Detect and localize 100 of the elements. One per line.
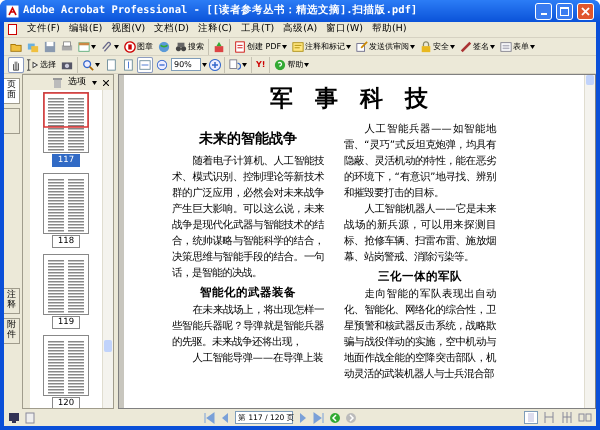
caret-icon (450, 44, 456, 48)
first-page-icon[interactable] (203, 412, 215, 424)
paragraph: 随着电子计算机、人工智能技术、模式识别、控制理论等新技术群的广泛应用，必然会对未来战争产生巨大影响。可以这么说，未来战争是现代化武器与智能技术的结合，统帅谋略与智能科学的结合，决策思维与智能手段的结合。一句话，是智能的决战。 (172, 154, 324, 281)
options-menu[interactable]: 选项 (68, 76, 86, 90)
window-title: Adobe Acrobat Professional - [[读者参考丛书：精选文摘].扫描版.pdf] (23, 3, 418, 18)
page-thumbnail[interactable] (43, 173, 89, 234)
menu-item[interactable]: 高级(A) (283, 22, 318, 37)
lock-button[interactable]: 安全 (418, 38, 458, 54)
paragraph: 人工智能机器人——它是未来战场的新兵源，可以用来探测目标、抢修车辆、扫雷布雷、施放烟幕、站岗警戒、消除污染等。 (344, 202, 496, 265)
document-icon (8, 24, 18, 35)
sidebar-tab[interactable] (4, 108, 20, 134)
zoom-icon (82, 58, 94, 70)
menu-item[interactable]: 窗口(W) (326, 22, 363, 37)
fit-page-icon (122, 58, 134, 70)
forward-icon[interactable] (345, 412, 357, 424)
trash-icon[interactable] (53, 78, 62, 88)
pdf-button[interactable]: 创建 PDF (232, 38, 290, 54)
paperclip-icon (101, 40, 113, 52)
menu-item[interactable]: 注释(C) (198, 22, 232, 37)
review-button[interactable]: 发送供审阅 (354, 38, 418, 54)
menu-item[interactable]: 文档(D) (154, 22, 189, 37)
form-icon (500, 40, 512, 52)
page-title: 军事科技 (269, 85, 451, 113)
toolbar-button[interactable] (8, 56, 24, 72)
text-cursor-button[interactable]: 选择 (25, 56, 58, 72)
caret-icon (95, 62, 100, 66)
paragraph: 在未来战场上，将出现怎样一些智能兵器呢？导弹就是智能兵器的先驱。未来战争还将出现， (172, 303, 324, 350)
binoculars-icon (175, 40, 187, 52)
page-number: 120 (52, 397, 80, 408)
page-icon[interactable] (24, 412, 36, 424)
page-number: 119 (52, 316, 80, 329)
stamp-icon (124, 40, 136, 52)
scrollbar[interactable] (584, 75, 595, 408)
menu-item[interactable]: 编辑(E) (68, 22, 102, 37)
paragraph: 人工智能兵器——如智能地雷、“灵巧”式反坦克炮弹，均具有隐蔽、灵活机动的特性，能在恶劣的环境下，“有意识”地寻找、辨别和摧毁要打击的目标。 (344, 122, 496, 201)
page-number: 117 (52, 154, 80, 167)
single-page-icon[interactable] (524, 411, 538, 424)
caret-icon (346, 44, 352, 48)
sidebar-tab[interactable]: 注释 (4, 288, 20, 314)
caret-icon[interactable] (202, 62, 207, 66)
zoom-out-icon (156, 58, 168, 70)
pen-button[interactable]: 签名 (458, 38, 498, 54)
save-icon (44, 40, 56, 52)
zoom-field[interactable]: 90% (171, 58, 201, 71)
monitor-icon[interactable] (8, 412, 20, 424)
caret-icon (304, 62, 310, 66)
caret-icon (490, 44, 496, 48)
menu-item[interactable]: 帮助(H) (372, 22, 407, 37)
window-icon (78, 40, 90, 52)
close-icon[interactable] (103, 80, 109, 86)
print-icon (61, 40, 73, 52)
stamp-button[interactable]: 图章 (122, 38, 155, 54)
continuous-facing-icon[interactable] (578, 411, 592, 424)
last-page-icon[interactable] (313, 412, 325, 424)
page-thumbnail[interactable] (43, 254, 89, 315)
paragraph: 走向智能的军队表现出自动化、智能化、网络化的综合性，卫星预警和核武器反击系统，战略欺骗与战役佯动的实施，空中机动与地面作战全能的空降突击部队，机动灵活的武装机器人与士兵混合部 (344, 287, 496, 382)
scrollbar[interactable] (102, 90, 113, 408)
page-thumbnail[interactable] (43, 92, 89, 153)
close-button[interactable] (577, 2, 594, 20)
text-cursor-icon (27, 58, 39, 70)
help-icon (274, 58, 286, 70)
caret-icon (92, 80, 97, 84)
form-button[interactable]: 表单 (498, 38, 538, 54)
facing-icon[interactable] (560, 411, 574, 424)
help-button[interactable]: 帮助 (272, 56, 312, 72)
section-heading: 未来的智能战争 (198, 131, 298, 147)
caret-icon (242, 62, 247, 66)
close-icon (581, 6, 590, 16)
palette-icon (213, 40, 225, 52)
pen-icon (460, 40, 472, 52)
caret-icon (282, 44, 288, 48)
review-icon (356, 40, 368, 52)
section-heading: 三化一体的军队 (377, 268, 463, 284)
caret-icon (114, 44, 119, 48)
pdf-icon (234, 40, 246, 52)
sidebar-tab[interactable]: 附件 (4, 318, 20, 344)
zoom-in-icon[interactable] (208, 58, 222, 72)
menu-item[interactable]: 文件(F) (27, 22, 60, 37)
binoculars-button[interactable]: 搜索 (173, 38, 206, 54)
maximize-button[interactable] (556, 2, 573, 20)
fit-width-icon (139, 58, 151, 70)
continuous-icon[interactable] (542, 411, 556, 424)
toolbar-button[interactable]: Y! (254, 56, 268, 72)
page-icon (105, 58, 117, 70)
toolbar-button[interactable] (227, 56, 249, 72)
globe-icon (158, 40, 170, 52)
section-heading: 智能化的武器装备 (199, 284, 297, 300)
menu-item[interactable]: 工具(T) (241, 22, 274, 37)
back-icon[interactable] (329, 412, 341, 424)
paragraph: 人工智能导弹——在导弹上装 (192, 351, 324, 366)
minimize-button[interactable] (535, 2, 552, 20)
app-icon (6, 4, 19, 18)
note-button[interactable]: 注释和标记 (290, 38, 354, 54)
rotate-icon (229, 58, 241, 70)
note-icon (292, 40, 304, 52)
page-thumbnail[interactable] (43, 335, 89, 396)
caret-icon (530, 44, 536, 48)
lock-icon (420, 40, 432, 52)
sidebar-tab[interactable]: 页面 (4, 78, 20, 104)
menu-item[interactable]: 视图(V) (111, 22, 146, 37)
